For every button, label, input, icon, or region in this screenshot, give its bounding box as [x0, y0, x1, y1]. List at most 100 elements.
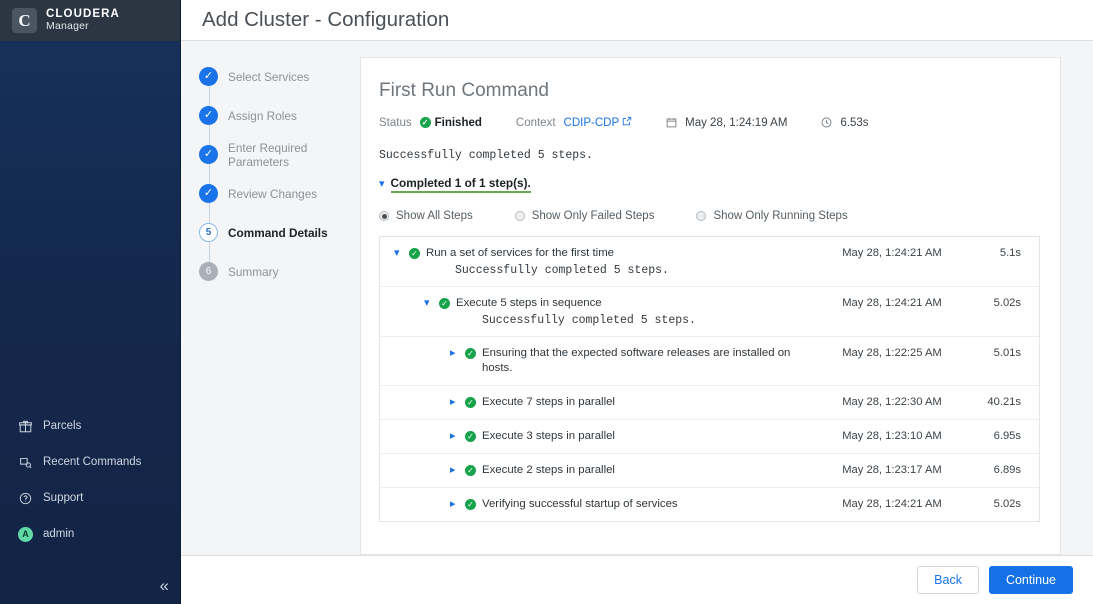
brand-product: Manager — [46, 20, 89, 33]
radio-show-only-failed-steps[interactable]: Show Only Failed Steps — [514, 210, 655, 222]
content-card-wrapper: First Run Command Status ✓ Finished Cont… — [360, 41, 1093, 555]
brand[interactable]: C CLOUDERA Manager — [0, 0, 180, 41]
chevron-down-icon[interactable]: ▾ — [424, 296, 433, 311]
check-icon: ✓ — [465, 348, 476, 359]
app-root: C CLOUDERA Manager Parcels Recent Comman… — [0, 0, 1093, 604]
radio-show-only-running-steps[interactable]: Show Only Running Steps — [696, 210, 848, 222]
check-icon: ✓ — [439, 298, 450, 309]
sidebar-item-label: Parcels — [43, 420, 82, 432]
row-duration: 6.89s — [993, 464, 1021, 476]
wizard-step-enter-required-parameters[interactable]: ✓ Enter Required Parameters — [181, 135, 360, 174]
chevron-right-icon[interactable]: ▸ — [450, 497, 459, 512]
radio-show-all-steps[interactable]: Show All Steps — [379, 210, 473, 222]
radio-label: Show Only Running Steps — [713, 210, 848, 222]
completed-toggle-label[interactable]: Completed 1 of 1 step(s). — [390, 176, 531, 193]
row-duration: 6.95s — [993, 430, 1021, 442]
row-text-group: Execute 5 steps in sequence Successfully… — [456, 296, 696, 327]
row-label: Ensuring that the expected software rele… — [482, 347, 791, 374]
question-circle-icon — [18, 491, 33, 506]
chevron-down-icon[interactable]: ▾ — [394, 246, 403, 261]
row-main: ▸ ✓ Execute 3 steps in parallel — [450, 429, 817, 444]
continue-button[interactable]: Continue — [988, 565, 1073, 595]
gift-icon — [18, 419, 33, 434]
command-steps-table: ▾ ✓ Run a set of services for the first … — [379, 236, 1040, 522]
context-link[interactable]: CDIP-CDP — [564, 116, 633, 129]
row-time: May 28, 1:22:25 AM — [842, 347, 942, 359]
check-icon: ✓ — [465, 431, 476, 442]
step-filter-radios: Show All Steps Show Only Failed Steps Sh… — [379, 210, 1040, 222]
step-marker-icon: ✓ — [199, 106, 218, 125]
row-duration: 5.01s — [993, 347, 1021, 359]
wizard-step-summary[interactable]: 6 Summary — [181, 252, 360, 291]
commands-icon — [18, 455, 33, 470]
step-marker-icon: ✓ — [199, 145, 218, 164]
row-time: May 28, 1:24:21 AM — [842, 297, 942, 309]
sidebar-item-label: Recent Commands — [43, 456, 142, 468]
chevron-right-icon[interactable]: ▸ — [450, 463, 459, 478]
sidebar-collapse-button[interactable]: « — [160, 577, 170, 594]
wizard-step-select-services[interactable]: ✓ Select Services — [181, 57, 360, 96]
row-sublabel: Successfully completed 5 steps. — [482, 314, 696, 327]
wizard-step-label: Review Changes — [228, 186, 318, 201]
row-duration: 5.1s — [999, 247, 1021, 259]
check-icon: ✓ — [419, 117, 431, 128]
wizard-step-review-changes[interactable]: ✓ Review Changes — [181, 174, 360, 213]
step-marker-icon: 6 — [199, 262, 218, 281]
row-text-group: Execute 7 steps in parallel — [482, 395, 615, 410]
table-row[interactable]: ▾ ✓ Run a set of services for the first … — [380, 237, 1039, 287]
check-icon: ✓ — [409, 248, 420, 259]
command-meta: Status ✓ Finished Context CDIP-CDP May 2… — [379, 116, 1040, 129]
sidebar-item-admin[interactable]: A admin — [0, 522, 181, 546]
sidebar-nav: Parcels Recent Commands Support A admin — [0, 414, 181, 558]
body-area: ✓ Select Services ✓ Assign Roles ✓ Enter… — [181, 41, 1093, 555]
row-main: ▸ ✓ Verifying successful startup of serv… — [450, 497, 817, 512]
back-button[interactable]: Back — [917, 565, 979, 595]
sidebar-item-support[interactable]: Support — [0, 486, 181, 510]
topbar: Add Cluster - Configuration — [181, 0, 1093, 41]
chevron-right-icon[interactable]: ▸ — [450, 346, 459, 361]
radio-icon — [379, 211, 389, 221]
wizard-step-label: Assign Roles — [228, 108, 297, 123]
command-card: First Run Command Status ✓ Finished Cont… — [360, 57, 1061, 555]
step-marker-icon: ✓ — [199, 184, 218, 203]
chevron-right-icon[interactable]: ▸ — [450, 395, 459, 410]
avatar: A — [18, 526, 33, 542]
page-title: Add Cluster - Configuration — [202, 8, 450, 31]
table-row[interactable]: ▸ ✓ Verifying successful startup of serv… — [380, 488, 1039, 521]
row-main: ▾ ✓ Run a set of services for the first … — [394, 246, 817, 277]
command-title: First Run Command — [379, 80, 549, 101]
avatar-letter: A — [18, 526, 33, 542]
row-label: Execute 3 steps in parallel — [482, 430, 615, 442]
table-row[interactable]: ▸ ✓ Ensuring that the expected software … — [380, 337, 1039, 386]
step-marker-icon: ✓ — [199, 67, 218, 86]
main-area: Add Cluster - Configuration ✓ Select Ser… — [181, 0, 1093, 604]
brand-text: CLOUDERA Manager — [46, 8, 120, 33]
row-text-group: Run a set of services for the first time… — [426, 246, 669, 277]
check-icon: ✓ — [465, 397, 476, 408]
chevron-right-icon[interactable]: ▸ — [450, 429, 459, 444]
row-time: May 28, 1:24:21 AM — [842, 247, 942, 259]
chevron-down-icon: ▾ — [379, 178, 385, 190]
table-row[interactable]: ▸ ✓ Execute 7 steps in parallel May 28, … — [380, 386, 1039, 420]
row-main: ▸ ✓ Execute 2 steps in parallel — [450, 463, 817, 478]
table-row[interactable]: ▸ ✓ Execute 2 steps in parallel May 28, … — [380, 454, 1039, 488]
row-main: ▸ ✓ Execute 7 steps in parallel — [450, 395, 817, 410]
sidebar-item-parcels[interactable]: Parcels — [0, 414, 181, 438]
status-label: Status — [379, 116, 412, 129]
row-main: ▸ ✓ Ensuring that the expected software … — [450, 346, 817, 376]
completed-toggle-row[interactable]: ▾ Completed 1 of 1 step(s). — [379, 176, 1040, 193]
wizard-step-assign-roles[interactable]: ✓ Assign Roles — [181, 96, 360, 135]
radio-label: Show Only Failed Steps — [531, 210, 655, 222]
step-marker-icon: 5 — [199, 223, 218, 242]
sidebar-item-recent-commands[interactable]: Recent Commands — [0, 450, 181, 474]
table-row[interactable]: ▾ ✓ Execute 5 steps in sequence Successf… — [380, 287, 1039, 337]
table-row[interactable]: ▸ ✓ Execute 3 steps in parallel May 28, … — [380, 420, 1039, 454]
clock-icon — [821, 117, 832, 128]
check-icon: ✓ — [465, 499, 476, 510]
row-time: May 28, 1:24:21 AM — [842, 498, 942, 510]
wizard-steps: ✓ Select Services ✓ Assign Roles ✓ Enter… — [181, 41, 360, 555]
command-summary: Successfully completed 5 steps. — [379, 149, 593, 162]
row-label: Execute 7 steps in parallel — [482, 396, 615, 408]
row-time: May 28, 1:22:30 AM — [842, 396, 942, 408]
wizard-step-command-details[interactable]: 5 Command Details — [181, 213, 360, 252]
